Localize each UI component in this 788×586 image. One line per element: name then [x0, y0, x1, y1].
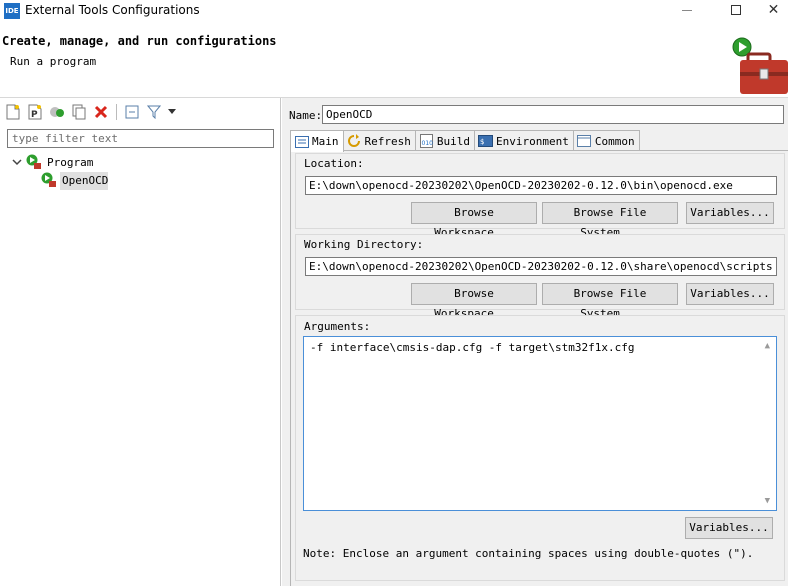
tab-build[interactable]: 010 Build — [414, 130, 475, 151]
title-bar: IDE External Tools Configurations ✕ — [0, 0, 788, 22]
collapse-all-button[interactable] — [123, 103, 141, 121]
header-title: Create, manage, and run configurations — [2, 34, 277, 48]
working-directory-label: Working Directory: — [304, 238, 424, 251]
prototype-icon: P — [28, 104, 42, 120]
tab-label: Environment — [495, 134, 569, 148]
main-tab-icon — [294, 135, 309, 149]
browse-workspace-button[interactable]: Browse Workspace... — [411, 283, 537, 320]
build-icon: 010 — [419, 134, 434, 148]
tab-main[interactable]: Main — [290, 130, 344, 152]
maximize-icon — [731, 5, 741, 15]
tab-common[interactable]: Common — [572, 130, 640, 151]
main-tab-content: Location: E:\down\openocd-20230202\OpenO… — [290, 150, 788, 586]
minimize-icon — [682, 9, 692, 11]
svg-text:010: 010 — [421, 140, 433, 147]
configuration-tree: Program OpenOCD — [0, 154, 280, 190]
chevron-down-icon — [168, 109, 176, 114]
tab-label: Common — [594, 134, 635, 148]
browse-workspace-button[interactable]: Browse Workspace... — [411, 202, 537, 239]
tab-environment[interactable]: $ Environment — [473, 130, 574, 151]
new-prototype-button[interactable]: P — [26, 103, 44, 121]
maximize-button[interactable] — [713, 0, 759, 22]
tab-bar: Main Refresh 010 Build $ Environment Com… — [290, 130, 640, 152]
toolbar-separator — [116, 104, 117, 120]
tab-label: Main — [312, 135, 339, 148]
common-icon — [577, 134, 592, 148]
working-directory-field[interactable]: E:\down\openocd-20230202\OpenOCD-2023020… — [305, 257, 777, 276]
name-input[interactable]: OpenOCD — [322, 105, 784, 124]
tree-item-label: OpenOCD — [62, 174, 109, 187]
arguments-label: Arguments: — [304, 320, 371, 333]
app-icon: IDE — [4, 3, 20, 19]
toolbox-run-icon — [732, 37, 788, 94]
chevron-down-icon[interactable] — [12, 156, 22, 168]
external-tool-icon — [26, 154, 41, 169]
name-label: Name: — [289, 109, 323, 122]
arguments-textarea[interactable]: -f interface\cmsis-dap.cfg -f target\stm… — [303, 336, 777, 511]
tab-label: Refresh — [364, 134, 411, 148]
location-field[interactable]: E:\down\openocd-20230202\OpenOCD-2023020… — [305, 176, 777, 195]
duplicate-icon — [72, 104, 86, 120]
svg-text:P: P — [31, 110, 38, 120]
location-group: Location: E:\down\openocd-20230202\OpenO… — [295, 153, 785, 239]
collapse-all-icon — [125, 105, 139, 119]
new-file-icon — [6, 104, 20, 120]
duplicate-button[interactable] — [70, 103, 88, 121]
window-title: External Tools Configurations — [25, 3, 200, 17]
variables-button[interactable]: Variables... — [686, 283, 774, 305]
external-tool-icon — [41, 172, 56, 187]
close-icon: ✕ — [767, 2, 780, 18]
browse-file-system-button[interactable]: Browse File System... — [542, 202, 678, 239]
tree-item-program[interactable]: Program — [0, 154, 280, 172]
browse-file-system-button[interactable]: Browse File System... — [542, 283, 678, 320]
export-button[interactable] — [48, 103, 66, 121]
tree-item-label: Program — [47, 156, 94, 169]
minimize-button[interactable] — [664, 0, 710, 22]
close-button[interactable]: ✕ — [759, 0, 788, 22]
svg-text:$: $ — [480, 138, 484, 146]
tab-refresh[interactable]: Refresh — [342, 130, 416, 151]
location-label: Location: — [304, 157, 364, 170]
configurations-panel: P Program OpenOCD — [0, 98, 281, 586]
tab-label: Build — [436, 134, 470, 148]
delete-icon — [94, 105, 108, 119]
dialog-header: Create, manage, and run configurations R… — [0, 22, 788, 98]
tree-item-openocd[interactable]: OpenOCD — [0, 172, 280, 190]
environment-icon: $ — [477, 134, 493, 148]
filter-button[interactable] — [145, 103, 163, 121]
left-toolbar: P — [4, 102, 181, 122]
filter-icon — [147, 105, 161, 119]
scroll-up-icon[interactable]: ▲ — [765, 341, 770, 351]
delete-button[interactable] — [92, 103, 110, 121]
filter-input[interactable] — [7, 129, 274, 148]
arguments-text: -f interface\cmsis-dap.cfg -f target\stm… — [310, 341, 635, 354]
filter-menu-button[interactable] — [167, 103, 177, 121]
scroll-down-icon[interactable]: ▼ — [765, 496, 770, 506]
header-message: Run a program — [10, 55, 97, 68]
working-directory-group: Working Directory: E:\down\openocd-20230… — [295, 234, 785, 320]
export-icon — [50, 107, 64, 117]
arguments-note: Note: Enclose an argument containing spa… — [303, 547, 754, 560]
new-configuration-button[interactable] — [4, 103, 22, 121]
variables-button[interactable]: Variables... — [686, 202, 774, 224]
configuration-editor: Name: OpenOCD Main Refresh 010 Build $ E… — [282, 98, 788, 586]
variables-button[interactable]: Variables... — [685, 517, 773, 539]
refresh-icon — [347, 134, 362, 148]
